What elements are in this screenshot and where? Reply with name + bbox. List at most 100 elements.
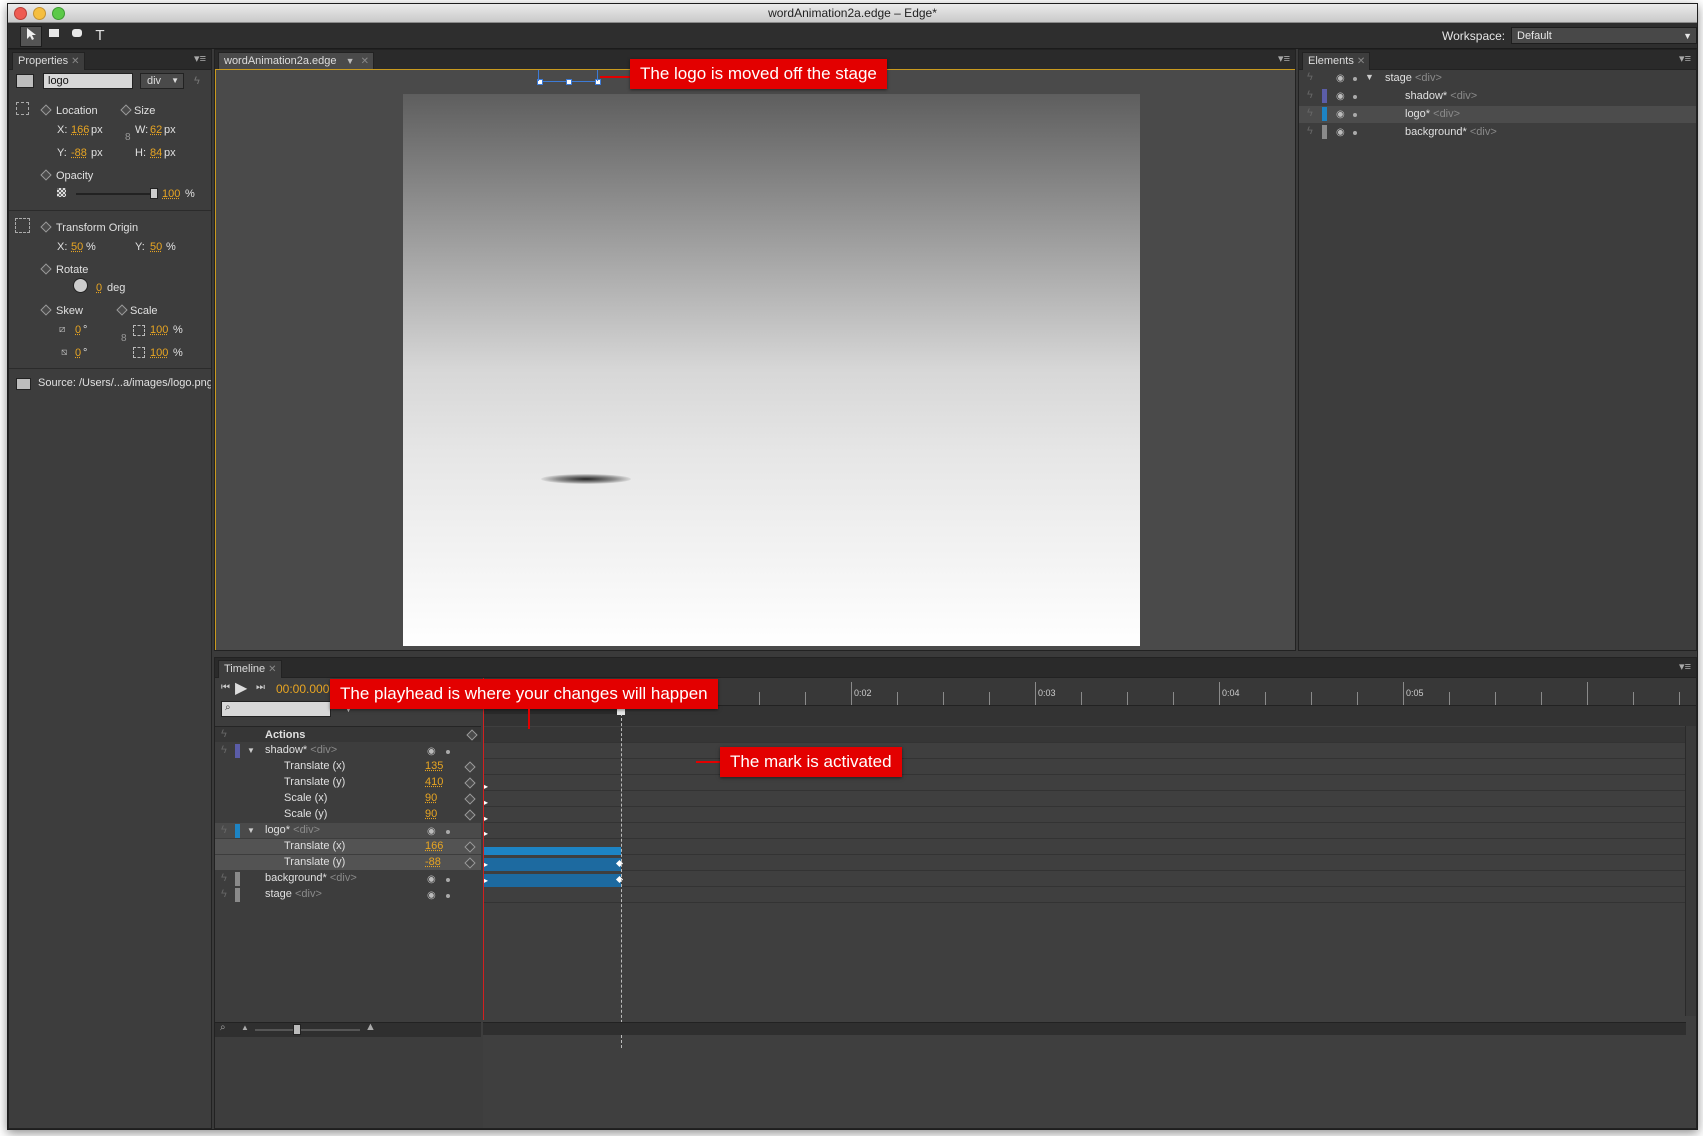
- eye-icon[interactable]: ◉: [1336, 91, 1345, 102]
- rotate-value[interactable]: 0: [96, 282, 102, 294]
- timeline-zoom-slider[interactable]: [255, 1029, 360, 1031]
- timeline-zoom-thumb[interactable]: [293, 1024, 301, 1035]
- property-value[interactable]: 90: [425, 808, 437, 820]
- panel-menu-icon[interactable]: ▾≡: [1679, 52, 1691, 65]
- lock-dot-icon[interactable]: [446, 750, 450, 754]
- timeline-property-row[interactable]: Translate (y) 410: [215, 775, 481, 790]
- eye-icon[interactable]: ◉: [1336, 109, 1345, 120]
- location-y-value[interactable]: -88: [71, 147, 87, 159]
- tab-properties[interactable]: Properties ✕: [12, 52, 85, 70]
- keyframe-diamond-icon[interactable]: [40, 263, 52, 275]
- scale-x-value[interactable]: 100: [150, 324, 168, 336]
- lock-icon[interactable]: ϟ: [221, 744, 227, 756]
- keyframe-diamond-icon[interactable]: [40, 304, 52, 316]
- keyframe-diamond-icon[interactable]: [464, 793, 476, 805]
- width-value[interactable]: 62: [150, 124, 162, 136]
- lock-icon[interactable]: ϟ: [1307, 107, 1313, 119]
- stage[interactable]: [403, 94, 1140, 646]
- timeline-property-row[interactable]: Scale (y) 90: [215, 807, 481, 822]
- chevron-down-icon[interactable]: ▼: [247, 746, 255, 755]
- timeline-layer-row[interactable]: ϟ stage <div> ◉: [215, 887, 481, 902]
- eye-icon[interactable]: ◉: [427, 746, 436, 757]
- opacity-slider-thumb[interactable]: [150, 188, 158, 199]
- text-tool-icon[interactable]: T: [90, 26, 110, 45]
- close-window-button[interactable]: [14, 7, 27, 20]
- panel-menu-icon[interactable]: ▾≡: [194, 52, 206, 65]
- close-icon[interactable]: ✕: [361, 56, 369, 67]
- property-value[interactable]: 90: [425, 792, 437, 804]
- keyframe-diamond-icon[interactable]: [40, 221, 52, 233]
- zoom-icon[interactable]: ⌕: [220, 1022, 226, 1033]
- keyframe-marker[interactable]: ▸: [484, 798, 488, 807]
- logo-translate-x-tween[interactable]: [483, 858, 621, 871]
- keyframe-marker[interactable]: ▸: [484, 860, 488, 869]
- tab-timeline[interactable]: Timeline ✕: [218, 660, 282, 678]
- eye-icon[interactable]: ◉: [427, 826, 436, 837]
- keyframe-marker[interactable]: ▸: [484, 829, 488, 838]
- element-row-logo[interactable]: ϟ ◉ logo* <div>: [1299, 106, 1696, 123]
- rounded-rectangle-tool-icon[interactable]: [67, 26, 87, 45]
- keyframe-diamond-icon[interactable]: [464, 809, 476, 821]
- opacity-value[interactable]: 100: [162, 188, 180, 200]
- height-value[interactable]: 84: [150, 147, 162, 159]
- lock-dot-icon[interactable]: [1353, 131, 1357, 135]
- zoom-window-button[interactable]: [52, 7, 65, 20]
- keyframe-diamond-icon[interactable]: [464, 761, 476, 773]
- skew-y-value[interactable]: 0: [75, 347, 81, 359]
- keyframe-diamond-icon[interactable]: [464, 841, 476, 853]
- timeline-track-row[interactable]: [483, 791, 1696, 807]
- keyframe-diamond-icon[interactable]: [40, 104, 52, 116]
- selection-handle[interactable]: [566, 79, 572, 85]
- keyframe-marker[interactable]: ▸: [484, 876, 488, 885]
- keyframe-diamond-icon[interactable]: [120, 104, 132, 116]
- minimize-window-button[interactable]: [33, 7, 46, 20]
- panel-menu-icon[interactable]: ▾≡: [1679, 660, 1691, 673]
- origin-y-value[interactable]: 50: [150, 241, 162, 253]
- lock-dot-icon[interactable]: [446, 830, 450, 834]
- close-icon[interactable]: ✕: [268, 664, 276, 675]
- timeline-track-row[interactable]: [483, 839, 1696, 855]
- timeline-property-row[interactable]: Translate (x) 135: [215, 759, 481, 774]
- keyframe-diamond-icon[interactable]: [40, 169, 52, 181]
- tab-document[interactable]: wordAnimation2a.edge ▼ ✕: [218, 52, 374, 70]
- rectangle-tool-icon[interactable]: [44, 26, 64, 45]
- marker-strip[interactable]: [483, 706, 1696, 726]
- element-row-shadow[interactable]: ϟ ◉ shadow* <div>: [1299, 88, 1696, 105]
- go-to-end-icon[interactable]: ⏭: [256, 682, 265, 693]
- lightning-icon[interactable]: ϟ: [194, 75, 200, 87]
- timeline-property-row[interactable]: Translate (x) 166: [215, 839, 481, 854]
- timeline-track-row[interactable]: [483, 759, 1696, 775]
- lock-icon[interactable]: ϟ: [221, 824, 227, 836]
- lock-dot-icon[interactable]: [446, 878, 450, 882]
- property-value[interactable]: -88: [425, 856, 441, 868]
- eye-icon[interactable]: ◉: [427, 874, 436, 885]
- lock-dot-icon[interactable]: [1353, 95, 1357, 99]
- current-time[interactable]: 00:00.000: [276, 682, 329, 696]
- eye-icon[interactable]: ◉: [1336, 127, 1345, 138]
- zoom-in-icon[interactable]: ▲: [365, 1021, 376, 1033]
- element-row-stage[interactable]: ϟ ◉ ▼ stage <div>: [1299, 70, 1696, 87]
- tab-elements[interactable]: Elements ✕: [1302, 52, 1371, 70]
- lock-icon[interactable]: ϟ: [1307, 71, 1313, 83]
- timeline-track-row[interactable]: [483, 823, 1696, 839]
- workspace-select[interactable]: Default ▼: [1511, 27, 1697, 44]
- logo-translate-y-tween[interactable]: [483, 874, 621, 887]
- timeline-layer-row[interactable]: ϟ background* <div> ◉: [215, 871, 481, 886]
- eye-icon[interactable]: ◉: [1336, 73, 1345, 84]
- eye-icon[interactable]: ◉: [427, 890, 436, 901]
- timeline-layer-row[interactable]: ϟ ▼ shadow* <div> ◉: [215, 743, 481, 758]
- opacity-slider[interactable]: [76, 193, 156, 195]
- keyframe-diamond-icon[interactable]: [464, 777, 476, 789]
- zoom-out-icon[interactable]: ▲: [241, 1023, 249, 1032]
- rotate-dial-icon[interactable]: [73, 278, 88, 293]
- timeline-search-input[interactable]: ⌕: [221, 701, 331, 717]
- chevron-down-icon[interactable]: ▼: [247, 826, 255, 835]
- keyframe-diamond-icon[interactable]: [464, 857, 476, 869]
- timeline-track-area[interactable]: 0:000:020:030:040:05 ▸ ▸ ▸ ▸ ▸ ▸: [481, 678, 1696, 1128]
- actions-row[interactable]: ϟ Actions: [215, 727, 481, 742]
- go-to-start-icon[interactable]: ⏮: [221, 682, 230, 693]
- close-icon[interactable]: ✕: [71, 56, 79, 67]
- timeline-horizontal-scrollbar[interactable]: [483, 1022, 1686, 1035]
- timeline-property-row[interactable]: Scale (x) 90: [215, 791, 481, 806]
- timeline-layer-row[interactable]: ϟ ▼ logo* <div> ◉: [215, 823, 481, 838]
